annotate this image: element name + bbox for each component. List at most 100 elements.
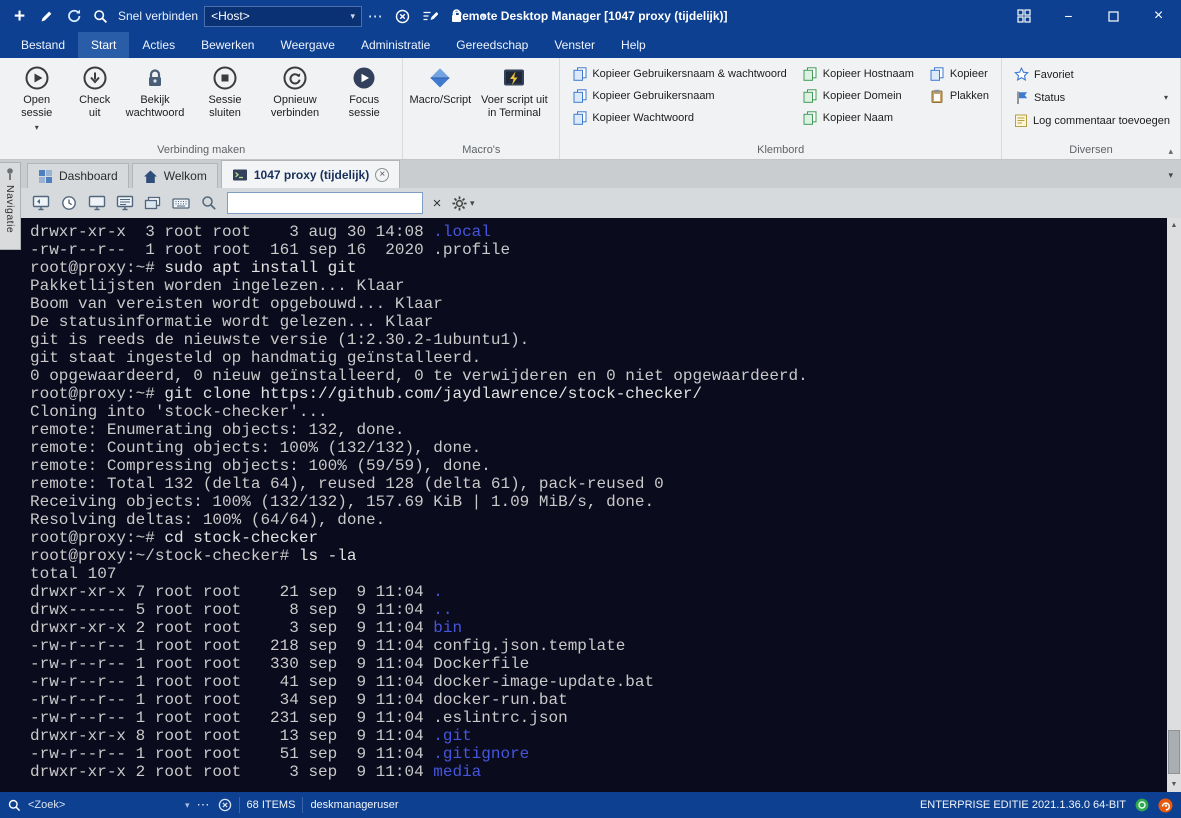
ribbon-group-label: Verbinding maken [157,144,246,156]
menu-item-administratie[interactable]: Administratie [348,32,443,58]
terminal-line: Receiving objects: 100% (132/132), 157.6… [30,493,1167,511]
menu-item-start[interactable]: Start [78,32,130,58]
keyboard-icon [171,196,190,210]
run-script-terminal-button[interactable]: Voer script uit in Terminal [473,61,555,120]
terminal-line: root@proxy:~# sudo apt install git [30,259,1167,277]
copy-button[interactable]: Kopieer [924,64,995,84]
arrow-down-circle-icon [82,65,108,91]
scroll-up-icon[interactable]: ▲ [1167,218,1181,233]
quick-connect-host-combo[interactable]: <Host> ▾ [204,5,363,27]
clear-search-icon[interactable]: × [426,195,448,212]
clear-filter-icon[interactable] [218,798,232,812]
more-options-button[interactable]: ⋯ [362,3,389,29]
copy-password-button[interactable]: Kopieer Wachtwoord [566,108,792,128]
search-button[interactable] [87,3,114,29]
terminal-area: drwxr-xr-x 3 root root 3 aug 30 14:08 .l… [0,218,1181,792]
scroll-down-icon[interactable]: ▼ [1167,777,1181,792]
menu-item-gereedschap[interactable]: Gereedschap [443,32,541,58]
rdm-logo-icon[interactable] [1158,798,1173,813]
copy-username-button[interactable]: Kopieer Gebruikersnaam [566,86,792,106]
navigation-collapsed-tab[interactable]: Navigatie [0,162,21,250]
copy-username-password-button[interactable]: Kopieer Gebruikersnaam & wachtwoord [566,64,792,84]
paste-button[interactable]: Plakken [924,86,995,106]
terminal-output[interactable]: drwxr-xr-x 3 root root 3 aug 30 14:08 .l… [0,218,1167,792]
open-session-button[interactable]: Open sessie ▾ [4,61,69,132]
copy-name-button[interactable]: Kopieer Naam [797,108,920,128]
statusbar-separator [238,797,240,813]
session-history-button[interactable] [56,192,81,215]
monitor-grid-icon [116,195,134,211]
reconnect-button[interactable]: Opnieuw verbinden [260,61,330,120]
refresh-button[interactable] [60,3,87,29]
copy-hostname-button[interactable]: Kopieer Hostnaam [797,64,920,84]
terminal-line: root@proxy:~# cd stock-checker [30,529,1167,547]
statusbar-search-combo[interactable]: <Zoek> [28,799,178,811]
minimize-button[interactable]: − [1046,0,1091,32]
terminal-text: drwxr-xr-x 2 root root 3 sep 9 11:04 [30,763,434,781]
menu-item-bestand[interactable]: Bestand [8,32,78,58]
close-button[interactable]: × [1136,0,1181,32]
terminal-text: total 107 [30,565,117,583]
terminal-directory-text: bin [433,619,463,637]
terminal-search-input[interactable] [227,192,423,214]
maximize-button[interactable] [1091,0,1136,32]
menu-item-acties[interactable]: Acties [129,32,188,58]
menu-item-bewerken[interactable]: Bewerken [188,32,267,58]
terminal-line: Pakketlijsten worden ingelezen... Klaar [30,277,1167,295]
terminal-text: Receiving objects: 100% (132/132), 157.6… [30,493,655,511]
maximize-icon [1108,10,1119,22]
favorite-button[interactable]: Favoriet [1008,64,1174,85]
new-entry-button[interactable]: + [6,3,33,29]
view-screen-button[interactable] [84,192,109,215]
scrollbar-thumb[interactable] [1168,730,1180,774]
terminal-line: -rw-r--r-- 1 root root 218 sep 9 11:04 c… [30,637,1167,655]
ribbon-group-label: Macro's [462,144,501,156]
toolbar-settings-button[interactable]: ▾ [451,195,475,212]
terminal-scrollbar[interactable]: ▲ ▼ [1167,218,1181,792]
collapse-ribbon-icon[interactable]: ▴ [1168,146,1173,157]
edit-button[interactable] [33,3,60,29]
terminal-text: Resolving deltas: 100% (64/64), done. [30,511,386,529]
view-password-button[interactable]: Bekijk wachtwoord [120,61,190,120]
more-options-icon[interactable]: ⋯ [197,797,211,813]
macro-script-button[interactable]: Macro/Script [407,61,473,107]
copy-icon [572,89,587,103]
chevron-down-icon: ▾ [350,10,356,21]
chevron-down-icon: ▾ [470,197,475,208]
tab-dashboard[interactable]: Dashboard [27,163,129,188]
clipboard-icon [930,89,945,103]
chevron-down-icon[interactable]: ▾ [185,800,190,811]
edit-checklist-icon [422,9,438,24]
windows-list-button[interactable] [140,192,165,215]
keyboard-button[interactable] [168,192,193,215]
close-session-button[interactable]: Sessie sluiten [190,61,260,120]
open-external-window-button[interactable] [28,192,53,215]
terminal-text: drwx------ 5 root root 8 sep 9 11:04 [30,601,434,619]
session-properties-button[interactable] [112,192,137,215]
button-label: Kopieer [949,68,988,80]
focus-session-button[interactable]: Focus sessie [330,61,398,120]
button-label: Kopieer Gebruikersnaam [592,90,715,102]
connection-status-icon[interactable] [1135,798,1149,812]
cancel-connect-button[interactable] [389,3,416,29]
copy-icon [572,111,587,125]
menu-item-weergave[interactable]: Weergave [267,32,347,58]
status-button[interactable]: Status ▾ [1008,87,1174,108]
menu-item-venster[interactable]: Venster [541,32,608,58]
add-log-comment-button[interactable]: Log commentaar toevoegen [1008,110,1174,131]
tab-list-chevron-icon[interactable]: ▾ [1168,170,1173,181]
copy-domain-button[interactable]: Kopieer Domein [797,86,920,106]
external-display-button[interactable] [1001,0,1046,32]
terminal-line: root@proxy:~/stock-checker# ls -la [30,547,1167,565]
tab-welkom[interactable]: Welkom [131,163,218,188]
menu-item-help[interactable]: Help [608,32,659,58]
tab-bar: Dashboard Welkom 1047 proxy (tijdelijk) … [0,160,1181,188]
search-terminal-button[interactable] [196,192,221,215]
tab-1047-proxy[interactable]: 1047 proxy (tijdelijk) × [220,160,401,188]
search-icon [93,9,108,24]
terminal-line: drwx------ 5 root root 8 sep 9 11:04 .. [30,601,1167,619]
connect-with-settings-button[interactable] [416,3,443,29]
check-out-button[interactable]: Check uit [69,61,120,120]
navigation-label: Navigatie [4,185,16,234]
close-tab-icon[interactable]: × [375,167,390,182]
